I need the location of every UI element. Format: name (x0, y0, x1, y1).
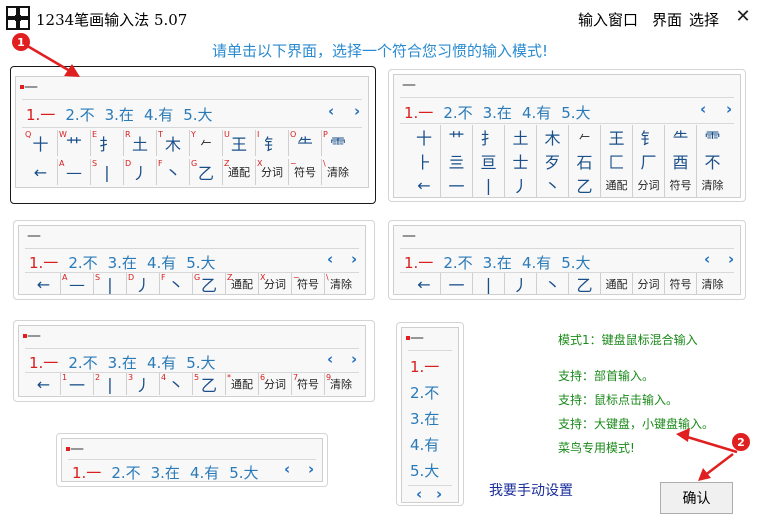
annotation-badge: 1 (12, 33, 30, 51)
annotation-badge: 2 (732, 433, 750, 451)
annotation-arrows (23, 42, 738, 481)
